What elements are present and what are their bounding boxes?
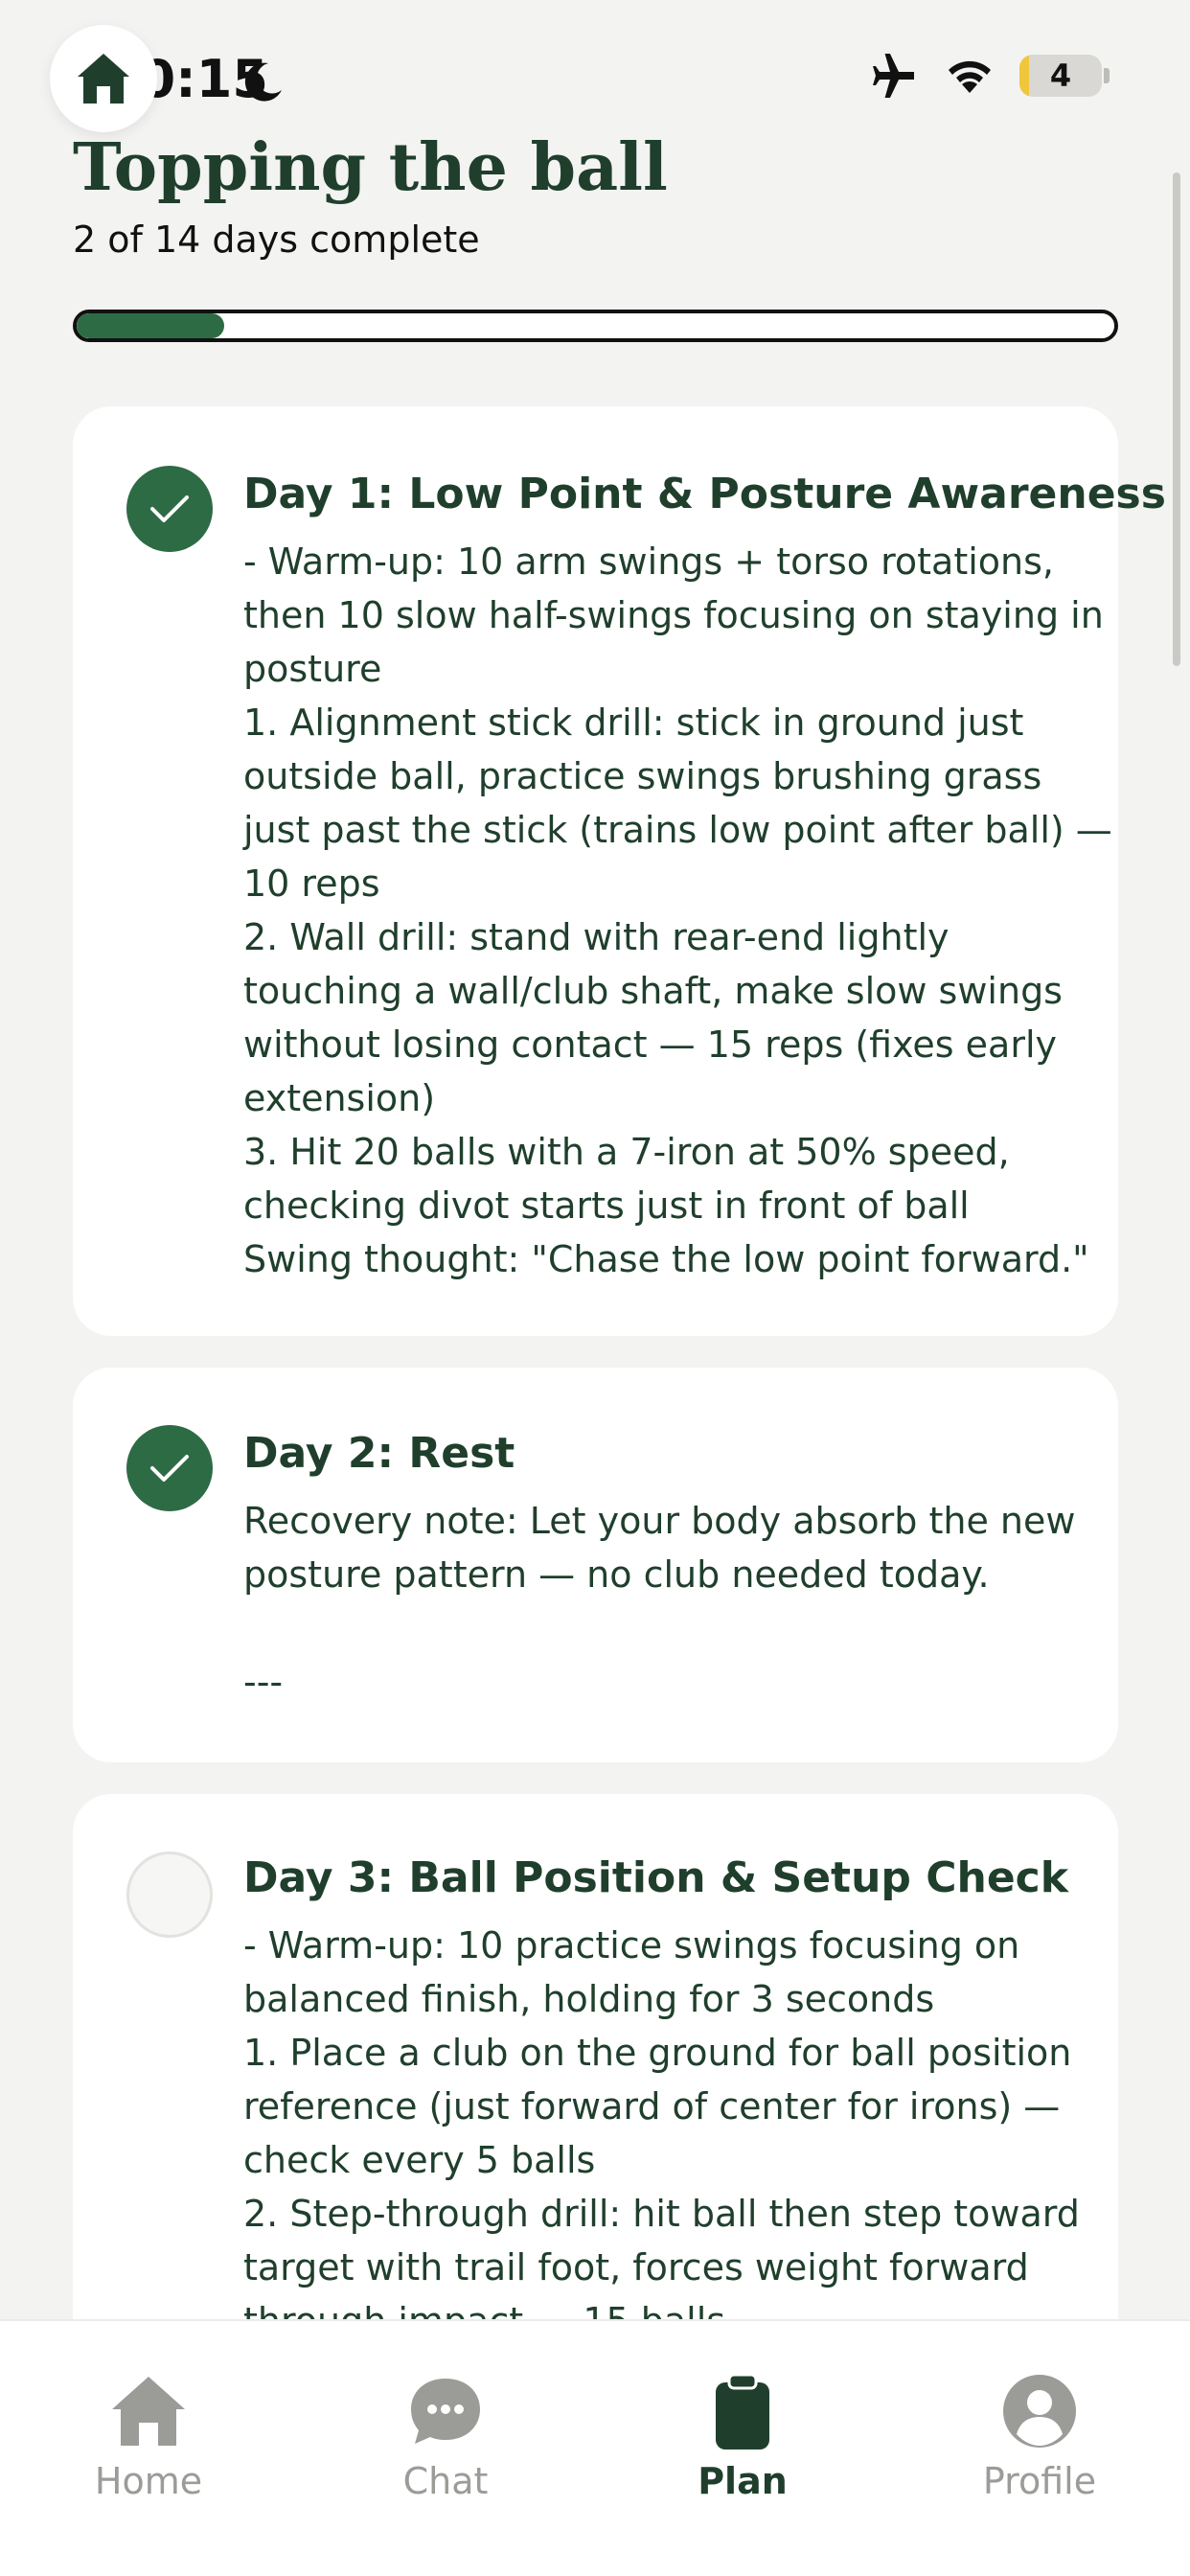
day-3-line: - Warm-up: 10 practice swings focusing o…: [243, 1924, 1020, 1966]
day-1-checkbox[interactable]: [126, 466, 213, 552]
day-1-title: Day 1: Low Point & Posture Awareness: [243, 470, 1166, 518]
nav-home[interactable]: Home: [0, 2321, 297, 2576]
day-1-line: 1. Alignment stick drill: stick in groun…: [243, 702, 1024, 744]
battery-label: 4: [1049, 58, 1072, 94]
day-3-line: reference (just forward of center for ir…: [243, 2085, 1061, 2128]
day-2-line: posture pattern — no club needed today.: [243, 1553, 990, 1596]
home-icon: [78, 54, 129, 104]
status-icons: 4: [868, 54, 1110, 98]
day-2-line: Recovery note: Let your body absorb the …: [243, 1500, 1076, 1542]
day-3-line: target with trail foot, forces weight fo…: [243, 2246, 1029, 2288]
day-1-line: 3. Hit 20 balls with a 7-iron at 50% spe…: [243, 1131, 1010, 1173]
chat-icon: [411, 2379, 480, 2444]
day-1-line: checking divot starts just in front of b…: [243, 1184, 970, 1227]
day-2-line: [243, 1601, 1077, 1655]
day-3-line: check every 5 balls: [243, 2139, 596, 2181]
battery-nub: [1104, 68, 1110, 83]
day-3-line: 1. Place a club on the ground for ball p…: [243, 2032, 1072, 2074]
day-1-line: Swing thought: "Chase the low point forw…: [243, 1238, 1089, 1280]
day-1-body: - Warm-up: 10 arm swings + torso rotatio…: [243, 535, 1112, 1286]
day-1-line: touching a wall/club shaft, make slow sw…: [243, 970, 1063, 1012]
clipboard-icon: [716, 2373, 769, 2450]
nav-chat-label: Chat: [402, 2460, 489, 2502]
wifi-icon: [949, 60, 991, 93]
scrollbar[interactable]: [1173, 172, 1180, 666]
nav-home-label: Home: [94, 2460, 203, 2502]
day-2-checkbox[interactable]: [126, 1425, 213, 1511]
day-1-line: just past the stick (trains low point af…: [243, 809, 1112, 851]
day-3-title: Day 3: Ball Position & Setup Check: [243, 1853, 1069, 1902]
nav-profile-label: Profile: [982, 2460, 1097, 2502]
day-2-title: Day 2: Rest: [243, 1429, 515, 1478]
nav-plan-label: Plan: [698, 2460, 788, 2502]
day-1-line: - Warm-up: 10 arm swings + torso rotatio…: [243, 540, 1054, 583]
status-bar: 10:15 4: [0, 0, 1190, 144]
airplane-icon: [873, 54, 914, 98]
nav-chat[interactable]: Chat: [297, 2321, 594, 2576]
day-1-line: then 10 slow half-swings focusing on sta…: [243, 594, 1104, 636]
profile-icon: [1003, 2375, 1076, 2448]
checkmark-icon: [150, 495, 189, 522]
day-3-line: 2. Step-through drill: hit ball then ste…: [243, 2193, 1080, 2235]
day-card-2[interactable]: Day 2: Rest Recovery note: Let your body…: [73, 1368, 1118, 1762]
day-3-checkbox[interactable]: [126, 1852, 213, 1938]
day-2-body: Recovery note: Let your body absorb the …: [243, 1494, 1077, 1709]
day-card-3[interactable]: Day 3: Ball Position & Setup Check - War…: [73, 1794, 1118, 2388]
day-1-line: without losing contact — 15 reps (fixes …: [243, 1024, 1058, 1066]
day-3-body: - Warm-up: 10 practice swings focusing o…: [243, 1919, 1080, 2348]
day-3-line: balanced finish, holding for 3 seconds: [243, 1978, 935, 2020]
day-card-1[interactable]: Day 1: Low Point & Posture Awareness - W…: [73, 406, 1166, 1336]
home-button[interactable]: [50, 25, 157, 132]
page-title: Topping the ball: [73, 129, 668, 206]
bottom-nav: Home Chat Plan Profile: [0, 2319, 1190, 2576]
progress-summary: 2 of 14 days complete: [73, 218, 480, 261]
moon-icon: [244, 62, 282, 102]
nav-profile[interactable]: Profile: [891, 2321, 1188, 2576]
home-icon: [112, 2377, 185, 2446]
day-1-line: 2. Wall drill: stand with rear-end light…: [243, 916, 950, 958]
battery-indicator: 4: [1019, 55, 1102, 97]
progress-bar: [73, 310, 1118, 342]
day-2-line: ---: [243, 1661, 284, 1703]
checkmark-icon: [150, 1455, 189, 1482]
day-1-line: outside ball, practice swings brushing g…: [243, 755, 1042, 797]
nav-plan[interactable]: Plan: [594, 2321, 891, 2576]
day-1-line: posture: [243, 648, 382, 690]
progress-fill: [77, 313, 224, 338]
day-1-line: 10 reps: [243, 862, 380, 905]
day-1-line: extension): [243, 1077, 436, 1119]
